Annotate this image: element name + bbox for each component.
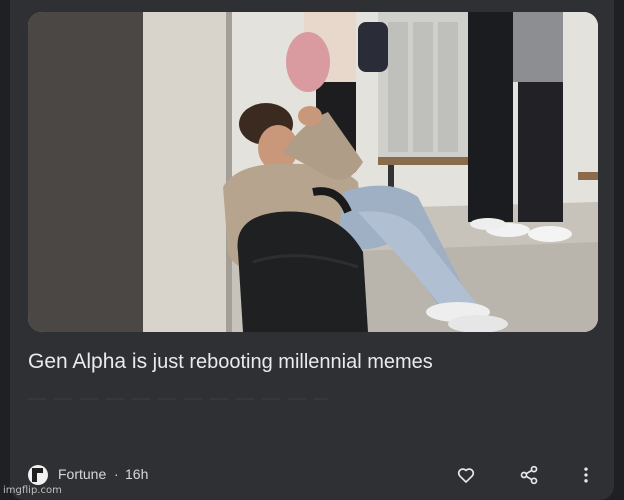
like-button[interactable] bbox=[453, 462, 479, 488]
watermark: imgflip.com bbox=[3, 485, 62, 496]
article-footer: Fortune · 16h bbox=[28, 460, 598, 490]
article-headline[interactable]: Gen Alpha is just rebooting millennial m… bbox=[28, 348, 598, 376]
source-name[interactable]: Fortune bbox=[58, 466, 106, 482]
source-logo-icon bbox=[28, 465, 48, 485]
share-button[interactable] bbox=[516, 462, 542, 488]
headline-part-a: Gen Alpha is bbox=[28, 350, 148, 373]
meta-separator: · bbox=[114, 466, 119, 482]
more-vertical-icon bbox=[584, 467, 588, 483]
more-options-button[interactable] bbox=[573, 462, 599, 488]
article-image[interactable] bbox=[28, 12, 598, 332]
share-icon bbox=[520, 465, 538, 485]
heart-outline-icon bbox=[457, 468, 475, 483]
article-photo bbox=[28, 12, 598, 332]
divider bbox=[28, 398, 328, 400]
headline-part-b: just rebooting millennial memes bbox=[152, 351, 433, 373]
article-age: 16h bbox=[125, 466, 149, 482]
